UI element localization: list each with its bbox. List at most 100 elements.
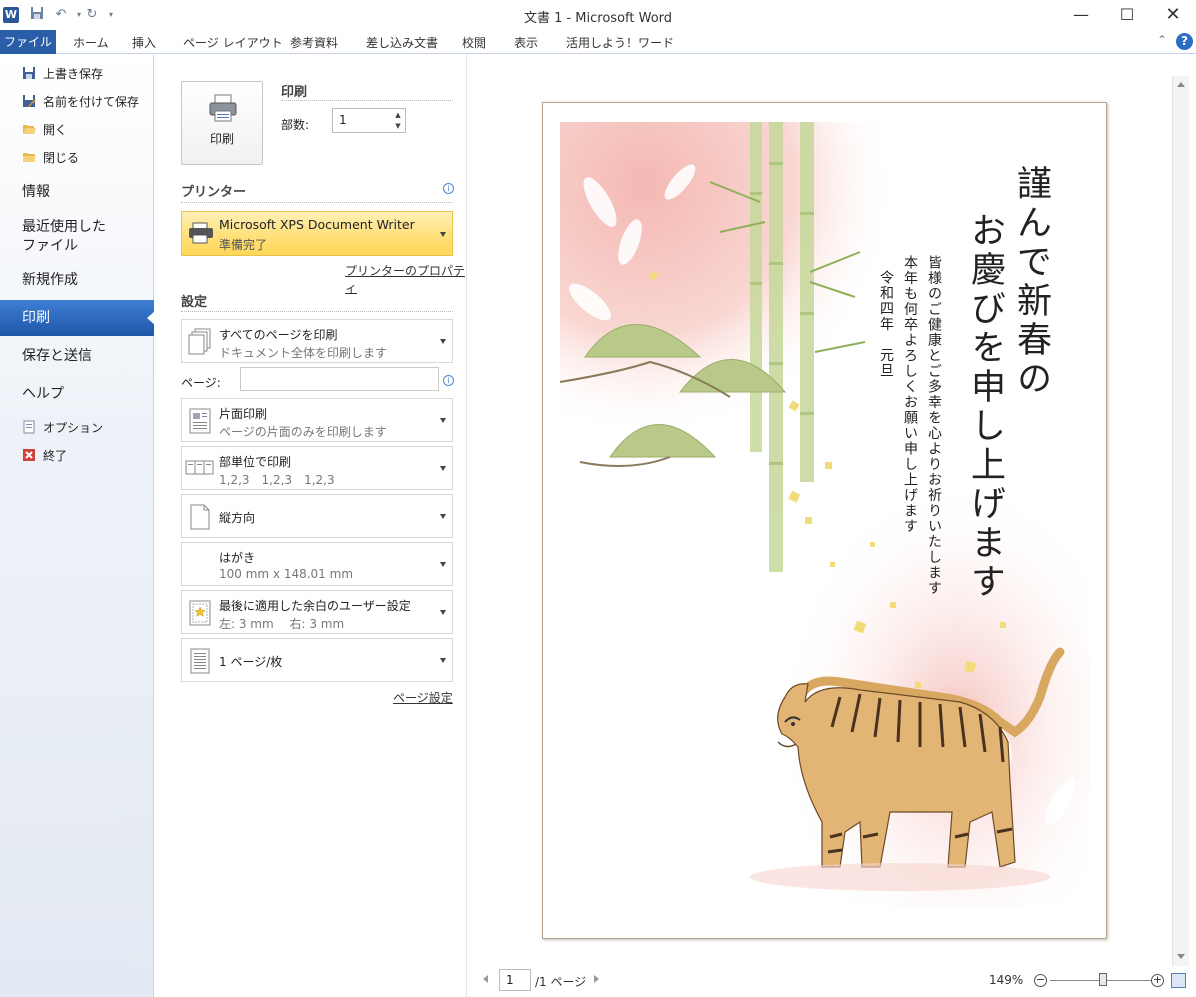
tab-mailings[interactable]: 差し込み文書: [366, 34, 438, 51]
pages-input[interactable]: [240, 367, 439, 391]
greeting-line-1: 謹んで新春の: [1011, 165, 1051, 399]
close-folder-icon: [22, 150, 36, 164]
vertical-scrollbar[interactable]: [1172, 76, 1189, 966]
printer-status: 準備完了: [219, 238, 268, 252]
nav-new[interactable]: 新規作成: [22, 271, 78, 290]
scroll-up-icon[interactable]: [1177, 82, 1185, 87]
greeting-line-2: お慶びを申し上げます: [965, 212, 1005, 602]
printer-device-icon: [189, 222, 213, 244]
page-setup-link[interactable]: ページ設定: [393, 689, 453, 706]
zoom-out-icon[interactable]: −: [1034, 974, 1047, 987]
nav-save[interactable]: 上書き保存: [22, 64, 103, 84]
nav-exit[interactable]: 終了: [22, 446, 67, 466]
paper-sub: 100 mm x 148.01 mm: [219, 567, 354, 581]
zoom-in-icon[interactable]: +: [1151, 974, 1164, 987]
paper-size-dropdown[interactable]: はがき 100 mm x 148.01 mm: [181, 542, 453, 586]
title-bar: W ↶ ▾ ↻ ▾ 文書 1 - Microsoft Word — ☐ ✕: [0, 0, 1196, 30]
tab-file[interactable]: ファイル: [0, 30, 56, 54]
orientation-dropdown[interactable]: 縦方向: [181, 494, 453, 538]
previous-page-icon[interactable]: [483, 975, 488, 983]
pages-per-sheet-dropdown[interactable]: 1 ページ/枚: [181, 638, 453, 682]
print-range-dropdown[interactable]: すべてのページを印刷 ドキュメント全体を印刷します: [181, 319, 453, 363]
tab-custom[interactable]: 活用しよう！ワード: [566, 34, 674, 51]
settings-title: 設定: [181, 295, 208, 310]
backstage-nav: 上書き保存 名前を付けて保存 開く 閉じる 情報 最近使用した ファイル 新規作…: [0, 55, 155, 997]
one-sided-icon: [189, 408, 211, 434]
message-line-2: 本年も何卒よろしくお願い申し上げます: [902, 255, 918, 534]
nav-recent-line1: 最近使用した: [22, 219, 106, 235]
info-icon[interactable]: i: [443, 375, 454, 386]
pages-icon: [188, 328, 211, 355]
nav-open[interactable]: 開く: [22, 120, 67, 140]
print-button[interactable]: 印刷: [181, 81, 263, 165]
tab-review[interactable]: 校閲: [462, 34, 486, 51]
nav-recent-line2: ファイル: [22, 238, 78, 254]
page-number-input[interactable]: 1: [499, 969, 531, 991]
paper-title: はがき: [219, 551, 256, 565]
info-icon[interactable]: i: [443, 183, 454, 194]
next-page-icon[interactable]: [594, 975, 599, 983]
chevron-down-icon: [440, 514, 446, 519]
copies-value: 1: [339, 113, 347, 127]
chevron-down-icon: [440, 610, 446, 615]
maximize-button[interactable]: ☐: [1104, 0, 1150, 30]
divider: [181, 311, 453, 312]
margins-dropdown[interactable]: 最後に適用した余白のユーザー設定 左: 3 mm 右: 3 mm: [181, 590, 453, 634]
zoom-level[interactable]: 149%: [989, 973, 1023, 987]
collate-icon: [185, 460, 214, 475]
window-title: 文書 1 - Microsoft Word: [523, 11, 673, 26]
pages-label: ページ:: [181, 376, 221, 390]
copies-input[interactable]: 1 ▲ ▼: [332, 108, 406, 133]
tab-page-layout[interactable]: ページ レイアウト: [183, 34, 283, 51]
spin-up-icon[interactable]: ▲: [392, 110, 404, 121]
nav-help[interactable]: ヘルプ: [22, 385, 64, 404]
nav-options[interactable]: オプション: [22, 418, 103, 438]
printer-properties-link[interactable]: プリンターのプロパティ: [345, 262, 466, 296]
sides-dropdown[interactable]: 片面印刷 ページの片面のみを印刷します: [181, 398, 453, 442]
print-settings-panel: 印刷 印刷 部数: 1 ▲ ▼ プリンター i Microsoft XPS Do…: [155, 55, 467, 997]
collate-dropdown[interactable]: 部単位で印刷 1,2,3 1,2,3 1,2,3: [181, 446, 453, 490]
exit-icon: [22, 448, 36, 462]
nav-exit-label: 終了: [43, 449, 68, 463]
margins-sub: 左: 3 mm 右: 3 mm: [219, 617, 345, 631]
tab-insert[interactable]: 挿入: [132, 34, 156, 51]
nav-save-send[interactable]: 保存と送信: [22, 347, 92, 366]
scroll-down-icon[interactable]: [1177, 954, 1185, 959]
divider: [281, 100, 453, 101]
printer-icon: [209, 94, 237, 122]
chevron-down-icon: [440, 658, 446, 663]
spin-down-icon[interactable]: ▼: [392, 121, 404, 132]
tab-references[interactable]: 参考資料: [290, 34, 338, 51]
printer-title: プリンター: [181, 185, 247, 200]
nav-save-as[interactable]: 名前を付けて保存: [22, 92, 139, 112]
nav-open-label: 開く: [43, 123, 68, 137]
printer-name: Microsoft XPS Document Writer: [219, 217, 415, 232]
nav-recent[interactable]: 最近使用した ファイル: [22, 218, 106, 256]
zoom-to-page-icon[interactable]: [1171, 973, 1186, 988]
minimize-button[interactable]: —: [1058, 0, 1104, 30]
orientation-label: 縦方向: [219, 511, 256, 525]
zoom-slider-thumb[interactable]: [1099, 973, 1107, 986]
printer-dropdown[interactable]: Microsoft XPS Document Writer 準備完了: [181, 211, 453, 256]
page-total: /1 ページ: [535, 975, 587, 989]
nav-info[interactable]: 情報: [22, 183, 50, 202]
print-range-sub: ドキュメント全体を印刷します: [219, 346, 388, 360]
options-icon: [22, 420, 36, 434]
chevron-down-icon: [440, 418, 446, 423]
nav-close[interactable]: 閉じる: [22, 148, 79, 168]
print-button-label: 印刷: [209, 132, 234, 146]
help-icon[interactable]: ?: [1176, 33, 1193, 50]
chevron-down-icon: [440, 339, 446, 344]
tab-home[interactable]: ホーム: [73, 34, 109, 51]
page-per-sheet-icon: [190, 648, 210, 674]
portrait-icon: [190, 504, 210, 530]
margins-title: 最後に適用した余白のユーザー設定: [219, 599, 411, 613]
nav-print[interactable]: 印刷: [0, 300, 155, 336]
divider: [181, 202, 453, 203]
copies-label: 部数:: [281, 118, 310, 132]
ribbon-minimize-icon[interactable]: ⌃: [1157, 33, 1167, 47]
chevron-down-icon: [440, 562, 446, 567]
tab-view[interactable]: 表示: [514, 34, 538, 51]
close-button[interactable]: ✕: [1150, 0, 1196, 30]
nav-options-label: オプション: [43, 421, 104, 435]
